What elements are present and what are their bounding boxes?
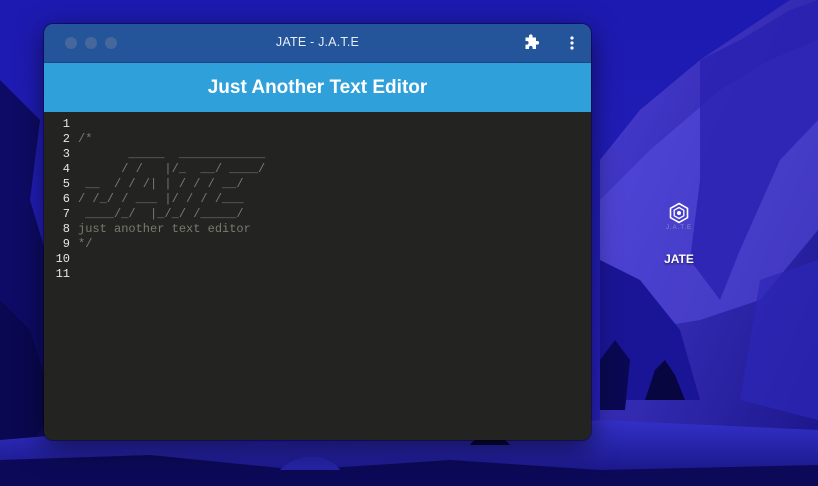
line-text[interactable]: */: [78, 237, 92, 252]
desktop: JATE - J.A.T.E Just Another Text Editor …: [0, 0, 818, 486]
editor-line: 7 ____/_/ |_/_/ /_____/: [44, 207, 591, 222]
window-title: JATE - J.A.T.E: [275, 35, 360, 49]
app-title: Just Another Text Editor: [207, 76, 428, 98]
line-text[interactable]: _____ ____________: [78, 147, 265, 162]
line-number: 8: [62, 222, 70, 236]
line-number: 7: [62, 207, 70, 221]
desktop-app-shortcut[interactable]: J.A.T.E JATE: [652, 202, 706, 266]
editor-line: 8 just another text editor: [44, 222, 591, 237]
app-header: Just Another Text Editor: [44, 63, 591, 112]
desktop-icon-label: JATE: [664, 252, 694, 266]
editor-line: 11: [44, 267, 591, 282]
kebab-menu-icon[interactable]: [564, 34, 580, 52]
line-text[interactable]: just another text editor: [78, 222, 251, 237]
editor-line: 4 / / |/_ __/ ____/: [44, 162, 591, 177]
line-number: 9: [62, 237, 70, 251]
editor-line: 3 _____ ____________: [44, 147, 591, 162]
line-text[interactable]: / / |/_ __/ ____/: [78, 162, 265, 177]
puzzle-piece-icon[interactable]: [522, 34, 540, 52]
jate-logo-icon: [669, 202, 689, 224]
line-number: 3: [62, 147, 70, 161]
line-text[interactable]: __ / / /| | / / / __/: [78, 177, 243, 192]
editor-line: 6 / /_/ / ___ |/ / / /___: [44, 192, 591, 207]
line-number: 1: [62, 117, 70, 131]
line-number: 4: [62, 162, 70, 176]
editor-line: 5 __ / / /| | / / / __/: [44, 177, 591, 192]
line-text[interactable]: / /_/ / ___ |/ / / /___: [78, 192, 244, 207]
window-titlebar[interactable]: JATE - J.A.T.E: [44, 24, 591, 63]
line-number: 10: [55, 252, 70, 266]
line-number: 5: [62, 177, 70, 191]
line-number: 11: [55, 267, 70, 281]
line-number: 2: [62, 132, 70, 146]
line-number: 6: [62, 192, 70, 206]
editor-line: 1: [44, 117, 591, 132]
editor-line: 10: [44, 252, 591, 267]
editor-line: 2 /*: [44, 132, 591, 147]
line-text[interactable]: ____/_/ |_/_/ /_____/: [78, 207, 243, 222]
code-editor[interactable]: 1 2 /* 3 _____ ____________ 4 / / |/_ __/…: [44, 112, 591, 440]
line-text[interactable]: /*: [78, 132, 92, 147]
app-window: JATE - J.A.T.E Just Another Text Editor …: [44, 24, 591, 440]
app-logo-text: J.A.T.E: [665, 225, 692, 231]
editor-line: 9 */: [44, 237, 591, 252]
